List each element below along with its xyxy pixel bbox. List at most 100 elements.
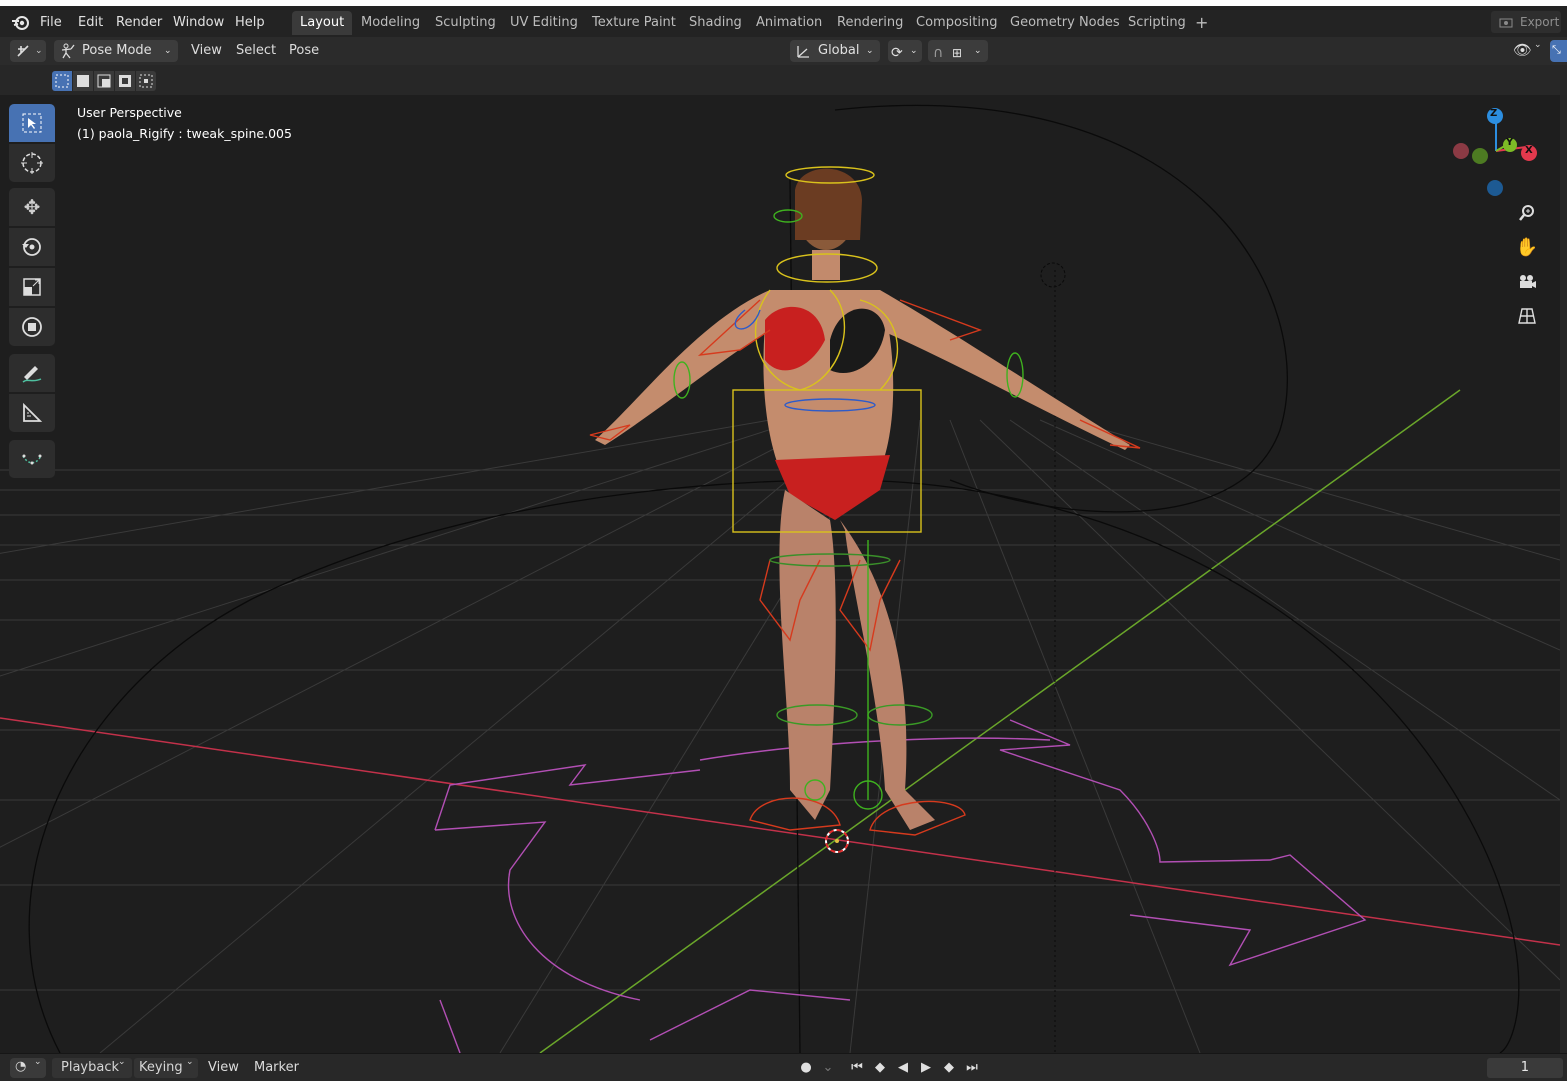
viewport-header: ⌄ Pose Mode ⌄ View Select Pose Global ⌄ … [0,37,1567,65]
scale-icon[interactable] [9,268,55,306]
chevron-down-icon: ⌄ [866,46,874,56]
menu-select[interactable]: Select [236,40,276,62]
tab-compositing[interactable]: Compositing [908,11,1006,35]
playback-menu[interactable]: Playback ⌄ [52,1057,132,1078]
tab-shading[interactable]: Shading [681,11,750,35]
chevron-down-icon: ⌄ [34,1057,42,1067]
pivot-point-button[interactable]: ⟳ ⌄ [888,40,922,62]
tab-animation[interactable]: Animation [748,11,830,35]
3d-viewport[interactable]: User Perspective (1) paola_Rigify : twea… [0,95,1560,1053]
blender-logo-icon[interactable] [10,11,32,33]
transform-icon[interactable] [9,308,55,346]
tab-sculpting[interactable]: Sculpting [427,11,504,35]
orientation-label: Global [818,43,860,58]
pose-mode-icon [60,43,76,59]
select-extend-icon[interactable] [73,71,93,91]
select-subtract-icon[interactable] [94,71,114,91]
orientation-axes-icon [795,43,811,59]
chevron-down-icon: ⌄ [1534,40,1542,50]
timeline-header: ◔ ⌄ Playback ⌄ Keying ⌄ View Marker ● ⌄ … [0,1053,1567,1081]
annotate-icon[interactable] [9,354,55,392]
current-frame-field[interactable]: 1 [1487,1058,1563,1078]
transform-orientation-select[interactable]: Global ⌄ [790,40,880,62]
tab-layout[interactable]: Layout [292,11,353,35]
zoom-icon[interactable] [1512,198,1542,228]
keying-menu[interactable]: Keying ⌄ [134,1057,198,1078]
next-keyframe-icon[interactable]: ◆ [939,1058,959,1078]
chevron-down-icon: ⌄ [974,46,982,56]
viewport-editor-icon [15,43,31,59]
measure-icon[interactable] [9,394,55,432]
export-label: Export [1520,15,1560,29]
timeline-marker-menu[interactable]: Marker [254,1058,299,1078]
keying-label: Keying [139,1060,183,1075]
gizmo-icon: ⤡ [1552,43,1561,56]
menu-pose[interactable]: Pose [289,40,319,62]
tab-scripting[interactable]: Scripting [1120,11,1194,35]
cursor-icon[interactable] [9,144,55,182]
x-axis-line [0,717,1560,946]
chevron-down-icon: ⌄ [35,46,43,56]
export-button[interactable]: Export [1491,11,1561,33]
chevron-down-icon: ⌄ [164,46,172,56]
add-workspace-button[interactable]: + [1187,11,1216,35]
camera-icon[interactable] [1512,267,1542,297]
chevron-down-icon: ⌄ [910,46,918,56]
tab-rendering[interactable]: Rendering [829,11,911,35]
selection-mode-buttons [52,71,160,91]
select-invert-icon[interactable] [115,71,135,91]
tab-uv-editing[interactable]: UV Editing [502,11,586,35]
relax-icon[interactable] [9,440,55,478]
menu-view[interactable]: View [191,40,222,62]
rotate-icon[interactable] [9,228,55,266]
snap-button[interactable]: ∩ ⊞ ⌄ [928,40,988,62]
top-menu-bar: File Edit Render Window Help Layout Mode… [0,0,1567,37]
auto-key-chevron-icon[interactable]: ⌄ [818,1058,838,1078]
jump-end-icon[interactable]: ⏭ [962,1058,982,1078]
menu-window[interactable]: Window [173,12,224,34]
editor-type-button[interactable]: ⌄ [10,40,46,62]
viewport-scrollbar[interactable] [1560,95,1567,1053]
snap-increment-icon: ⊞ [952,46,963,60]
y-axis-line [539,389,1461,1053]
left-toolbar: ✥ [9,104,57,484]
grid-projection-icon[interactable] [1512,301,1542,331]
jump-start-icon[interactable]: ⏮ [847,1058,867,1078]
move-icon[interactable]: ✥ [9,188,55,226]
menu-file[interactable]: File [40,12,62,34]
visibility-button[interactable]: 👁 ⌄ [1510,40,1544,62]
menu-edit[interactable]: Edit [78,12,103,34]
gizmo-toggle-button[interactable]: ⤡ [1550,40,1567,62]
record-icon[interactable]: ● [796,1058,816,1078]
gizmo-z-label: Z [1490,108,1498,119]
tab-modeling[interactable]: Modeling [353,11,428,35]
menu-help[interactable]: Help [235,12,265,34]
export-icon [1497,13,1515,31]
select-intersect-icon[interactable] [136,71,156,91]
chevron-down-icon: ⌄ [186,1057,194,1067]
select-new-icon[interactable] [52,71,72,91]
playback-label: Playback [61,1060,120,1075]
tab-geometry-nodes[interactable]: Geometry Nodes [1002,11,1128,35]
timeline-view-menu[interactable]: View [208,1058,239,1078]
play-icon[interactable]: ▶ [916,1058,936,1078]
pan-hand-icon[interactable]: ✋ [1512,232,1542,262]
gizmo-x-label: X [1525,145,1533,156]
play-reverse-icon[interactable]: ◀ [893,1058,913,1078]
viewport-scene [0,104,1560,1053]
mode-select[interactable]: Pose Mode ⌄ [54,40,178,62]
timeline-editor-type-button[interactable]: ◔ ⌄ [10,1057,46,1078]
chevron-down-icon: ⌄ [118,1057,126,1067]
menu-render[interactable]: Render [116,12,162,34]
tab-texture-paint[interactable]: Texture Paint [584,11,684,35]
gizmo-y-label: Y [1506,137,1514,148]
mode-label: Pose Mode [82,43,152,58]
clock-icon: ◔ [15,1059,27,1074]
prev-keyframe-icon[interactable]: ◆ [870,1058,890,1078]
select-box-icon[interactable] [9,104,55,142]
active-object-label: (1) paola_Rigify : tweak_spine.005 [77,126,292,141]
view-perspective-label: User Perspective [77,105,182,120]
pivot-icon: ⟳ [891,45,903,61]
tool-settings-bar [0,65,1567,95]
navigation-gizmo[interactable] [1448,103,1548,203]
